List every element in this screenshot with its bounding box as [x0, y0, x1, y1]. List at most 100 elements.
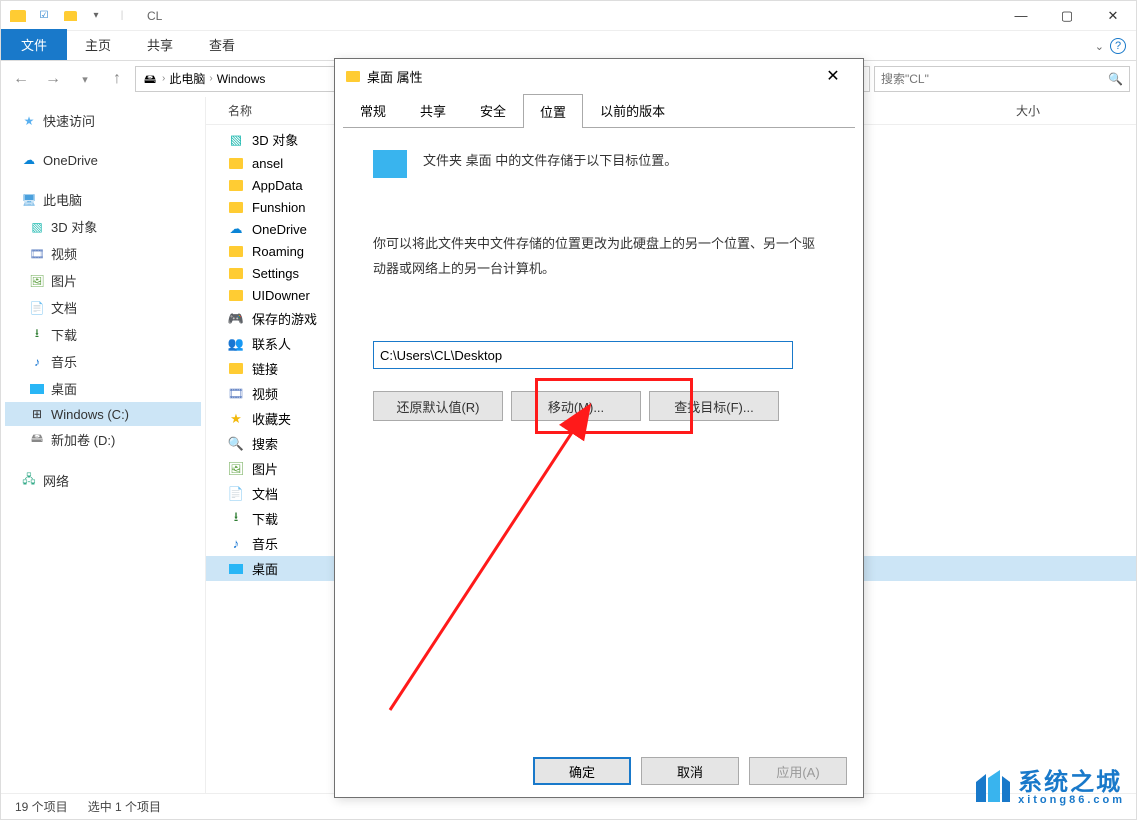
- ribbon-collapse[interactable]: ⌄?: [1085, 32, 1136, 60]
- drive-icon: 🖴: [29, 432, 45, 448]
- tree-quick-access[interactable]: ★快速访问: [5, 107, 201, 134]
- tree-label: Windows (C:): [51, 407, 129, 422]
- status-count: 19 个项目: [15, 798, 68, 815]
- breadcrumb-drive[interactable]: Windows: [217, 73, 266, 85]
- annotation-highlight-box: [535, 378, 693, 434]
- tree-label: 网络: [43, 471, 69, 490]
- tree-label: 新加卷 (D:): [51, 430, 115, 449]
- tree-label: 3D 对象: [51, 217, 97, 236]
- list-label: OneDrive: [252, 222, 307, 237]
- list-label: 文档: [252, 484, 278, 503]
- dialog-footer: 确定 取消 应用(A): [335, 745, 863, 797]
- image-icon: 🖼: [228, 461, 244, 477]
- tree-label: 图片: [51, 271, 77, 290]
- watermark: 系统之城 xitong86.com: [972, 768, 1125, 808]
- tree-downloads[interactable]: ⭳下载: [5, 321, 201, 348]
- tree-drive-d[interactable]: 🖴 新加卷 (D:): [5, 426, 201, 453]
- list-label: 保存的游戏: [252, 309, 317, 328]
- tree-label: OneDrive: [43, 153, 98, 168]
- list-label: UIDowner: [252, 288, 310, 303]
- nav-forward-button[interactable]: →: [39, 65, 67, 93]
- folder-icon: [228, 265, 244, 281]
- qat-check-icon[interactable]: ☑: [33, 5, 55, 27]
- list-label: 下载: [252, 509, 278, 528]
- folder-icon: [228, 155, 244, 171]
- maximize-button[interactable]: ▢: [1044, 1, 1090, 31]
- desktop-icon: [29, 381, 45, 397]
- music-icon: ♪: [29, 354, 45, 370]
- location-path-input[interactable]: [373, 341, 793, 369]
- search-icon[interactable]: 🔍: [1108, 72, 1123, 86]
- location-description: 你可以将此文件夹中文件存储的位置更改为此硬盘上的另一个位置、另一个驱动器或网络上…: [373, 232, 825, 281]
- download-icon: ⭳: [228, 511, 244, 527]
- ribbon-tab-view[interactable]: 查看: [191, 29, 253, 60]
- tree-this-pc[interactable]: 🖥 此电脑: [5, 186, 201, 213]
- dialog-body: 文件夹 桌面 中的文件存储于以下目标位置。 你可以将此文件夹中文件存储的位置更改…: [343, 127, 855, 745]
- list-label: 视频: [252, 384, 278, 403]
- column-size[interactable]: 大小: [1016, 102, 1136, 119]
- search-folder-icon: 🔍: [228, 436, 244, 452]
- nav-back-button[interactable]: ←: [7, 65, 35, 93]
- list-label: 链接: [252, 359, 278, 378]
- tree-label: 此电脑: [43, 190, 82, 209]
- tree-3d-objects[interactable]: ▧ 3D 对象: [5, 213, 201, 240]
- qat-new-folder-icon[interactable]: [59, 5, 81, 27]
- tree-videos[interactable]: 🎞视频: [5, 240, 201, 267]
- minimize-button[interactable]: —: [998, 1, 1044, 31]
- qat-separator: |: [111, 5, 133, 27]
- breadcrumb-pc[interactable]: 此电脑: [169, 73, 205, 85]
- dialog-title: 桌面 属性: [367, 67, 423, 86]
- dialog-close-button[interactable]: ✕: [813, 62, 853, 90]
- list-label: 收藏夹: [252, 409, 291, 428]
- search-input[interactable]: [881, 72, 1108, 86]
- image-icon: 🖼: [29, 273, 45, 289]
- ok-button[interactable]: 确定: [533, 757, 631, 785]
- nav-up-button[interactable]: ↑: [103, 65, 131, 93]
- cancel-button[interactable]: 取消: [641, 757, 739, 785]
- tree-label: 桌面: [51, 379, 77, 398]
- pc-icon: 🖥: [21, 192, 37, 208]
- nav-tree: ★快速访问 ☁OneDrive 🖥此电脑 ▧3D 对象 🎞视频 🖼图片 📄文档 …: [1, 97, 206, 793]
- close-button[interactable]: ✕: [1090, 1, 1136, 31]
- status-selected: 选中 1 个项目: [88, 798, 161, 815]
- ribbon-tab-file[interactable]: 文件: [1, 29, 67, 60]
- video-icon: 🎞: [29, 246, 45, 262]
- cube-icon: ▧: [228, 132, 244, 148]
- folder-icon: [228, 243, 244, 259]
- folder-icon: [228, 199, 244, 215]
- tree-pictures[interactable]: 🖼 图片: [5, 267, 201, 294]
- tree-documents[interactable]: 📄文档: [5, 294, 201, 321]
- document-icon: 📄: [29, 300, 45, 316]
- location-heading: 文件夹 桌面 中的文件存储于以下目标位置。: [423, 150, 677, 169]
- windows-drive-icon: ⊞: [29, 406, 45, 422]
- folder-large-icon: [373, 150, 407, 178]
- list-label: 联系人: [252, 334, 291, 353]
- saved-games-icon: 🎮: [228, 311, 244, 327]
- tab-previous-versions[interactable]: 以前的版本: [583, 93, 682, 127]
- tab-location[interactable]: 位置: [523, 94, 583, 128]
- tree-desktop[interactable]: 桌面: [5, 375, 201, 402]
- tab-general[interactable]: 常规: [343, 93, 403, 127]
- restore-default-button[interactable]: 还原默认值(R): [373, 391, 503, 421]
- apply-button[interactable]: 应用(A): [749, 757, 847, 785]
- list-label: 3D 对象: [252, 130, 298, 149]
- nav-history-dropdown[interactable]: ▾: [71, 65, 99, 93]
- ribbon-tab-home[interactable]: 主页: [67, 29, 129, 60]
- tree-drive-c[interactable]: ⊞ Windows (C:): [5, 402, 201, 426]
- qat-dropdown[interactable]: ▾: [85, 5, 107, 27]
- tab-share[interactable]: 共享: [403, 93, 463, 127]
- links-icon: [228, 361, 244, 377]
- cube-icon: ▧: [29, 219, 45, 235]
- tree-network[interactable]: 🖧网络: [5, 467, 201, 494]
- watermark-title: 系统之城: [1018, 770, 1125, 795]
- ribbon-tab-share[interactable]: 共享: [129, 29, 191, 60]
- watermark-url: xitong86.com: [1018, 795, 1125, 807]
- desktop-icon: [228, 561, 244, 577]
- tree-music[interactable]: ♪音乐: [5, 348, 201, 375]
- ribbon: 文件 主页 共享 查看 ⌄?: [1, 31, 1136, 61]
- document-icon: 📄: [228, 486, 244, 502]
- favorites-icon: ★: [228, 411, 244, 427]
- tab-security[interactable]: 安全: [463, 93, 523, 127]
- search-box[interactable]: 🔍: [874, 66, 1130, 92]
- tree-onedrive[interactable]: ☁OneDrive: [5, 148, 201, 172]
